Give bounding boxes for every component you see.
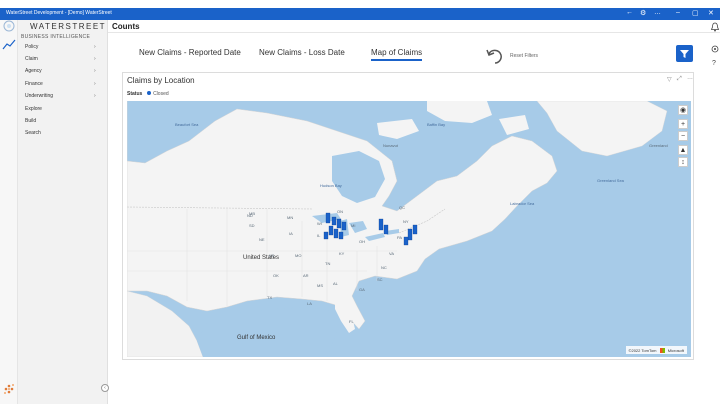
claim-marker[interactable] xyxy=(378,218,384,231)
reset-filters-button[interactable]: Reset Filters xyxy=(510,53,538,59)
legend-dot xyxy=(146,91,151,95)
claim-marker[interactable] xyxy=(338,231,344,240)
filter-button[interactable] xyxy=(676,45,693,62)
extension-icon[interactable]: ⚙ xyxy=(640,9,646,17)
help-icon[interactable]: ? xyxy=(712,60,716,67)
tab-new-claims-loss-date[interactable]: New Claims - Loss Date xyxy=(259,48,345,57)
claim-marker[interactable] xyxy=(407,228,413,241)
sidebar-item-claim[interactable]: Claim xyxy=(25,56,38,62)
chevron-right-icon[interactable]: › xyxy=(94,81,96,87)
sidebar-item-agency[interactable]: Agency xyxy=(25,68,42,74)
map-canvas[interactable]: Hudson Bay Labrador Sea Greenland Sea Ba… xyxy=(127,101,691,357)
compass-button[interactable]: ↕ xyxy=(678,157,688,167)
funnel-icon xyxy=(680,50,689,58)
page-title: Counts xyxy=(112,22,140,31)
window-title: WaterStreet Development - [Demo] WaterSt… xyxy=(6,10,112,16)
claim-markers xyxy=(323,212,418,246)
claim-marker[interactable] xyxy=(341,221,347,231)
map-attribution: ©2022 TomTom Microsoft xyxy=(625,346,687,354)
claim-marker[interactable] xyxy=(325,212,331,224)
claim-marker[interactable] xyxy=(331,216,337,226)
tab-map-of-claims[interactable]: Map of Claims xyxy=(371,48,423,61)
zoom-in-button[interactable]: + xyxy=(678,119,688,129)
focus-mode-icon[interactable]: ⤢ xyxy=(677,76,682,83)
analytics-icon[interactable] xyxy=(0,38,18,52)
legend: Status Closed xyxy=(127,91,169,97)
map-visual: Claims by Location ▽ ⤢ … Status Closed H… xyxy=(122,72,694,360)
claim-marker[interactable] xyxy=(403,236,409,246)
screen: WaterStreet Development - [Demo] WaterSt… xyxy=(0,0,720,404)
visual-title: Claims by Location xyxy=(127,76,195,85)
sidebar-item-search[interactable]: Search xyxy=(25,130,41,136)
minimize-icon[interactable]: – xyxy=(676,9,680,16)
sidebar-item-finance[interactable]: Finance xyxy=(25,81,43,87)
legend-title: Status xyxy=(127,91,143,97)
left-rail xyxy=(0,20,18,404)
claim-marker[interactable] xyxy=(323,231,329,240)
legend-item-closed[interactable]: Closed xyxy=(153,91,169,97)
claim-marker[interactable] xyxy=(412,224,418,235)
sidebar: WATERSTREET BUSINESS INTELLIGENCE Policy… xyxy=(18,20,108,404)
brand-logo: WATERSTREET xyxy=(30,22,107,31)
chevron-right-icon[interactable]: › xyxy=(94,56,96,62)
attribution-microsoft: Microsoft xyxy=(667,348,684,353)
sidebar-item-policy[interactable]: Policy xyxy=(25,44,38,50)
window-titlebar: WaterStreet Development - [Demo] WaterSt… xyxy=(0,8,720,20)
tab-new-claims-reported-date[interactable]: New Claims - Reported Date xyxy=(139,48,241,57)
sidebar-item-underwriting[interactable]: Underwriting xyxy=(25,93,53,99)
undo-icon[interactable] xyxy=(485,46,505,66)
close-icon[interactable]: ✕ xyxy=(708,9,714,17)
claim-marker[interactable] xyxy=(333,228,339,239)
map-style-button[interactable]: ◉ xyxy=(678,105,688,115)
filter-icon[interactable]: ▽ xyxy=(667,76,672,83)
more-options-icon[interactable]: … xyxy=(687,75,693,81)
chevron-right-icon[interactable]: › xyxy=(94,44,96,50)
chevron-right-icon[interactable]: › xyxy=(94,93,96,99)
bell-icon[interactable] xyxy=(710,22,720,32)
gear-icon[interactable] xyxy=(710,44,720,54)
zoom-out-button[interactable]: − xyxy=(678,131,688,141)
sidebar-item-build[interactable]: Build xyxy=(25,118,36,124)
more-icon[interactable]: … xyxy=(654,9,661,16)
restore-icon[interactable]: ▢ xyxy=(692,9,699,17)
claim-marker[interactable] xyxy=(383,224,389,235)
claim-marker[interactable] xyxy=(336,218,342,229)
attribution-tomtom: ©2022 TomTom xyxy=(628,348,657,353)
org-logo-icon xyxy=(4,384,14,394)
page-header: Counts xyxy=(108,20,720,33)
brand-subtitle: BUSINESS INTELLIGENCE xyxy=(21,34,91,40)
sidebar-item-explore[interactable]: Explore xyxy=(25,106,42,112)
claim-marker[interactable] xyxy=(328,225,334,236)
pitch-button[interactable]: ▲ xyxy=(678,145,688,155)
microsoft-logo-icon xyxy=(659,348,665,354)
back-icon[interactable]: ← xyxy=(626,9,633,16)
chevron-right-icon[interactable]: › xyxy=(94,68,96,74)
collapse-sidebar-button[interactable]: ‹ xyxy=(101,384,109,392)
